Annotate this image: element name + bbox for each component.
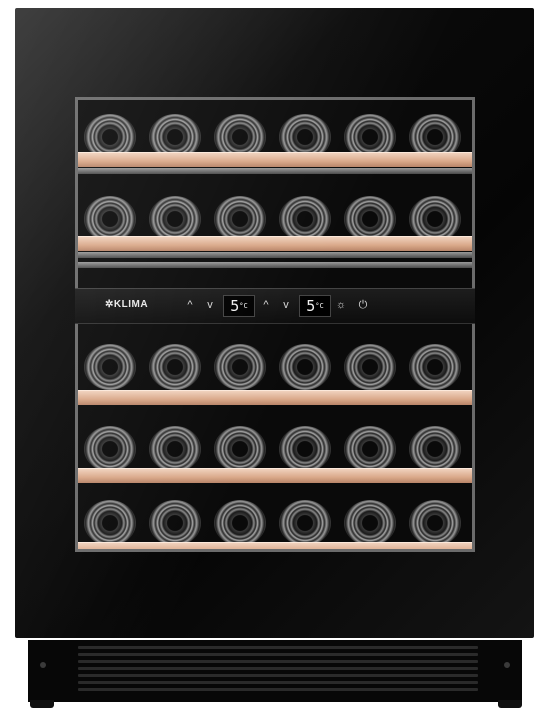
wooden-shelf [78,390,472,405]
vent-slot [78,674,478,677]
wine-bottle [409,500,461,546]
power-icon[interactable]: ⏻ [355,295,371,315]
base-grille [28,640,522,702]
wine-bottle [84,426,136,472]
shelf-rail [78,252,472,258]
wine-bottle [409,426,461,472]
wine-bottle [149,500,201,546]
wine-bottle [344,500,396,546]
vent-slot [78,646,478,649]
wine-bottle [149,426,201,472]
vent-slot [78,681,478,684]
wine-bottle [279,344,331,390]
vent-slot [78,653,478,656]
zone2-unit: °C [315,302,324,310]
wooden-shelf [78,236,472,251]
left-foot [30,700,54,708]
wine-bottle [84,344,136,390]
zone1-unit: °C [239,302,248,310]
vent-slot [78,667,478,670]
wooden-shelf [78,542,472,549]
shelf-rail [78,262,472,268]
zone2-up-button[interactable]: ^ [258,295,274,315]
zone2-temperature-display: 5°C [299,295,331,317]
wine-bottle [214,426,266,472]
zone1-down-button[interactable]: v [202,295,218,315]
wine-bottle [279,500,331,546]
wine-bottle [149,344,201,390]
zone1-temperature: 5 [230,297,240,315]
zone2-temperature: 5 [306,297,316,315]
zone1-temperature-display: 5°C [223,295,255,317]
wooden-shelf [78,152,472,167]
wine-bottle [214,344,266,390]
wine-bottle [344,426,396,472]
left-screw [40,662,46,668]
vent-slot [78,660,478,663]
brand-logo: ✲KLIMA [105,299,149,310]
vent-slot [78,688,478,691]
wine-bottle [279,426,331,472]
wine-bottle [84,500,136,546]
zone1-up-button[interactable]: ^ [182,295,198,315]
light-icon[interactable]: ☼ [333,295,349,315]
right-foot [498,700,522,708]
wine-bottle [214,500,266,546]
shelf-rail [78,168,472,174]
wine-bottle [409,344,461,390]
wooden-shelf [78,468,472,483]
wine-bottle [344,344,396,390]
glass-door-window [75,97,475,552]
control-panel: ✲KLIMA ^ v 5°C ^ v 5°C ☼ ⏻ [75,288,475,324]
right-screw [504,662,510,668]
zone2-down-button[interactable]: v [278,295,294,315]
